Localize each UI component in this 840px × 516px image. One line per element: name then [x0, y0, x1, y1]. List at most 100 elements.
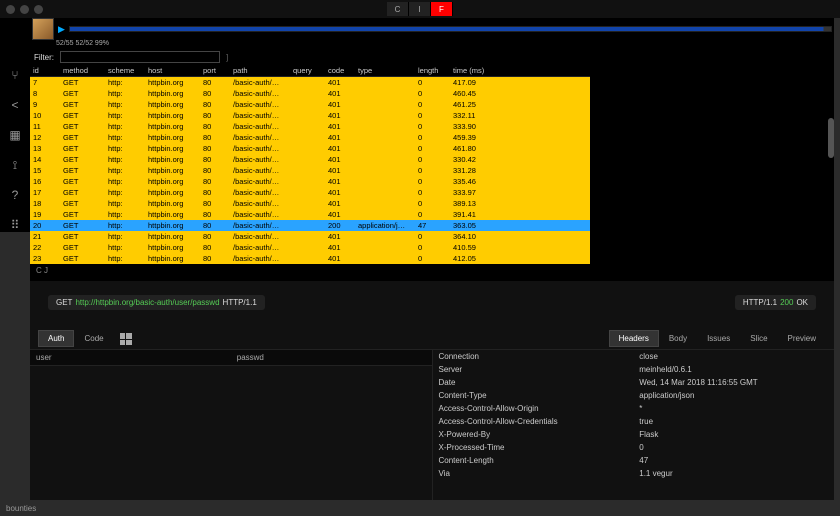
- table-row[interactable]: 13GEThttp:httpbin.org80/basic-auth/…4010…: [30, 143, 590, 154]
- top-button-f[interactable]: F: [431, 2, 453, 16]
- top-button-c[interactable]: C: [387, 2, 409, 16]
- cell-scheme: http:: [105, 198, 145, 209]
- cell-type: [355, 176, 415, 187]
- filter-input[interactable]: [60, 51, 220, 63]
- col-time (ms)[interactable]: time (ms): [450, 65, 500, 76]
- avatar[interactable]: [32, 18, 54, 40]
- grid-view-icon[interactable]: [120, 333, 132, 345]
- table-row[interactable]: 23GEThttp:httpbin.org80/basic-auth/…4010…: [30, 253, 590, 264]
- cell-scheme: http:: [105, 99, 145, 110]
- table-row[interactable]: 21GEThttp:httpbin.org80/basic-auth/…4010…: [30, 231, 590, 242]
- cell-id: 15: [30, 165, 60, 176]
- request-response-line: GET http://httpbin.org/basic-auth/user/p…: [30, 281, 834, 324]
- tab-body[interactable]: Body: [659, 330, 697, 347]
- cell-port: 80: [200, 132, 230, 143]
- share-icon[interactable]: <: [8, 98, 22, 112]
- header-value: *: [633, 402, 834, 415]
- table-row[interactable]: 20GEThttp:httpbin.org80/basic-auth/…200a…: [30, 220, 590, 231]
- play-icon[interactable]: ▶: [58, 24, 65, 35]
- col-host[interactable]: host: [145, 65, 200, 76]
- scrollbar[interactable]: [828, 118, 834, 158]
- close-dot[interactable]: [6, 5, 15, 14]
- table-row[interactable]: 15GEThttp:httpbin.org80/basic-auth/…4010…: [30, 165, 590, 176]
- cell-host: httpbin.org: [145, 88, 200, 99]
- table-row[interactable]: 7GEThttp:httpbin.org80/basic-auth/…40104…: [30, 77, 590, 88]
- cell-code: 401: [325, 187, 355, 198]
- header-row: Access-Control-Allow-Origin*: [433, 402, 835, 415]
- col-code[interactable]: code: [325, 65, 355, 76]
- col-id[interactable]: id: [30, 65, 60, 76]
- cell-scheme: http:: [105, 77, 145, 88]
- keyboard-hint: C J: [30, 264, 834, 277]
- cell-scheme: http:: [105, 176, 145, 187]
- header-key: X-Powered-By: [433, 428, 634, 441]
- table-row[interactable]: 10GEThttp:httpbin.org80/basic-auth/…4010…: [30, 110, 590, 121]
- cell-port: 80: [200, 154, 230, 165]
- help-icon[interactable]: ?: [8, 188, 22, 202]
- col-length[interactable]: length: [415, 65, 450, 76]
- cell-code: 401: [325, 176, 355, 187]
- auth-col-user: user: [30, 350, 231, 365]
- cell-type: [355, 165, 415, 176]
- table-row[interactable]: 11GEThttp:httpbin.org80/basic-auth/…4010…: [30, 121, 590, 132]
- cell-time: 412.05: [450, 253, 500, 264]
- cell-query: [290, 121, 325, 132]
- tab-code[interactable]: Code: [74, 330, 113, 347]
- tab-auth[interactable]: Auth: [38, 330, 74, 347]
- apps-icon[interactable]: ⠿: [8, 218, 22, 232]
- detail-tabs: Auth Code Headers Body Issues Slice Prev…: [30, 330, 834, 347]
- cell-query: [290, 187, 325, 198]
- minimize-dot[interactable]: [20, 5, 29, 14]
- table-row[interactable]: 17GEThttp:httpbin.org80/basic-auth/…4010…: [30, 187, 590, 198]
- tab-issues[interactable]: Issues: [697, 330, 740, 347]
- table-row[interactable]: 8GEThttp:httpbin.org80/basic-auth/…40104…: [30, 88, 590, 99]
- auth-header-row: user passwd: [30, 350, 432, 366]
- branch-icon[interactable]: ⑂: [8, 68, 22, 82]
- cell-method: GET: [60, 77, 105, 88]
- table-row[interactable]: 12GEThttp:httpbin.org80/basic-auth/…4010…: [30, 132, 590, 143]
- cell-method: GET: [60, 242, 105, 253]
- cell-scheme: http:: [105, 187, 145, 198]
- col-method[interactable]: method: [60, 65, 105, 76]
- table-header[interactable]: idmethodschemehostportpathquerycodetypel…: [30, 65, 590, 77]
- table-row[interactable]: 22GEThttp:httpbin.org80/basic-auth/…4010…: [30, 242, 590, 253]
- col-type[interactable]: type: [355, 65, 415, 76]
- tab-preview[interactable]: Preview: [778, 330, 826, 347]
- table-row[interactable]: 14GEThttp:httpbin.org80/basic-auth/…4010…: [30, 154, 590, 165]
- cell-method: GET: [60, 187, 105, 198]
- cell-host: httpbin.org: [145, 253, 200, 264]
- col-port[interactable]: port: [200, 65, 230, 76]
- col-scheme[interactable]: scheme: [105, 65, 145, 76]
- cell-query: [290, 88, 325, 99]
- cell-code: 401: [325, 143, 355, 154]
- header-row: DateWed, 14 Mar 2018 11:16:55 GMT: [433, 376, 835, 389]
- table-row[interactable]: 19GEThttp:httpbin.org80/basic-auth/…4010…: [30, 209, 590, 220]
- table-row[interactable]: 18GEThttp:httpbin.org80/basic-auth/…4010…: [30, 198, 590, 209]
- header-value: application/json: [633, 389, 834, 402]
- cell-time: 333.97: [450, 187, 500, 198]
- table-row[interactable]: 9GEThttp:httpbin.org80/basic-auth/…40104…: [30, 99, 590, 110]
- table-row[interactable]: 16GEThttp:httpbin.org80/basic-auth/…4010…: [30, 176, 590, 187]
- header-row: Content-Length47: [433, 454, 835, 467]
- cell-port: 80: [200, 187, 230, 198]
- request-proto: HTTP/1.1: [223, 298, 257, 307]
- top-button-i[interactable]: I: [409, 2, 431, 16]
- cell-type: [355, 110, 415, 121]
- grid-icon[interactable]: ▦: [8, 128, 22, 142]
- zoom-dot[interactable]: [34, 5, 43, 14]
- ruler-icon[interactable]: ⟟: [8, 158, 22, 172]
- header-row: Servermeinheld/0.6.1: [433, 363, 835, 376]
- cell-port: 80: [200, 253, 230, 264]
- headers-pane: ConnectioncloseServermeinheld/0.6.1DateW…: [432, 350, 835, 500]
- tab-headers[interactable]: Headers: [609, 330, 659, 347]
- cell-method: GET: [60, 198, 105, 209]
- response-tabs: Headers Body Issues Slice Preview: [609, 330, 826, 347]
- cell-query: [290, 165, 325, 176]
- filter-label: Filter:: [34, 53, 54, 62]
- progress-bar[interactable]: [69, 26, 832, 32]
- col-query[interactable]: query: [290, 65, 325, 76]
- cell-query: [290, 231, 325, 242]
- cell-id: 21: [30, 231, 60, 242]
- tab-slice[interactable]: Slice: [740, 330, 777, 347]
- col-path[interactable]: path: [230, 65, 290, 76]
